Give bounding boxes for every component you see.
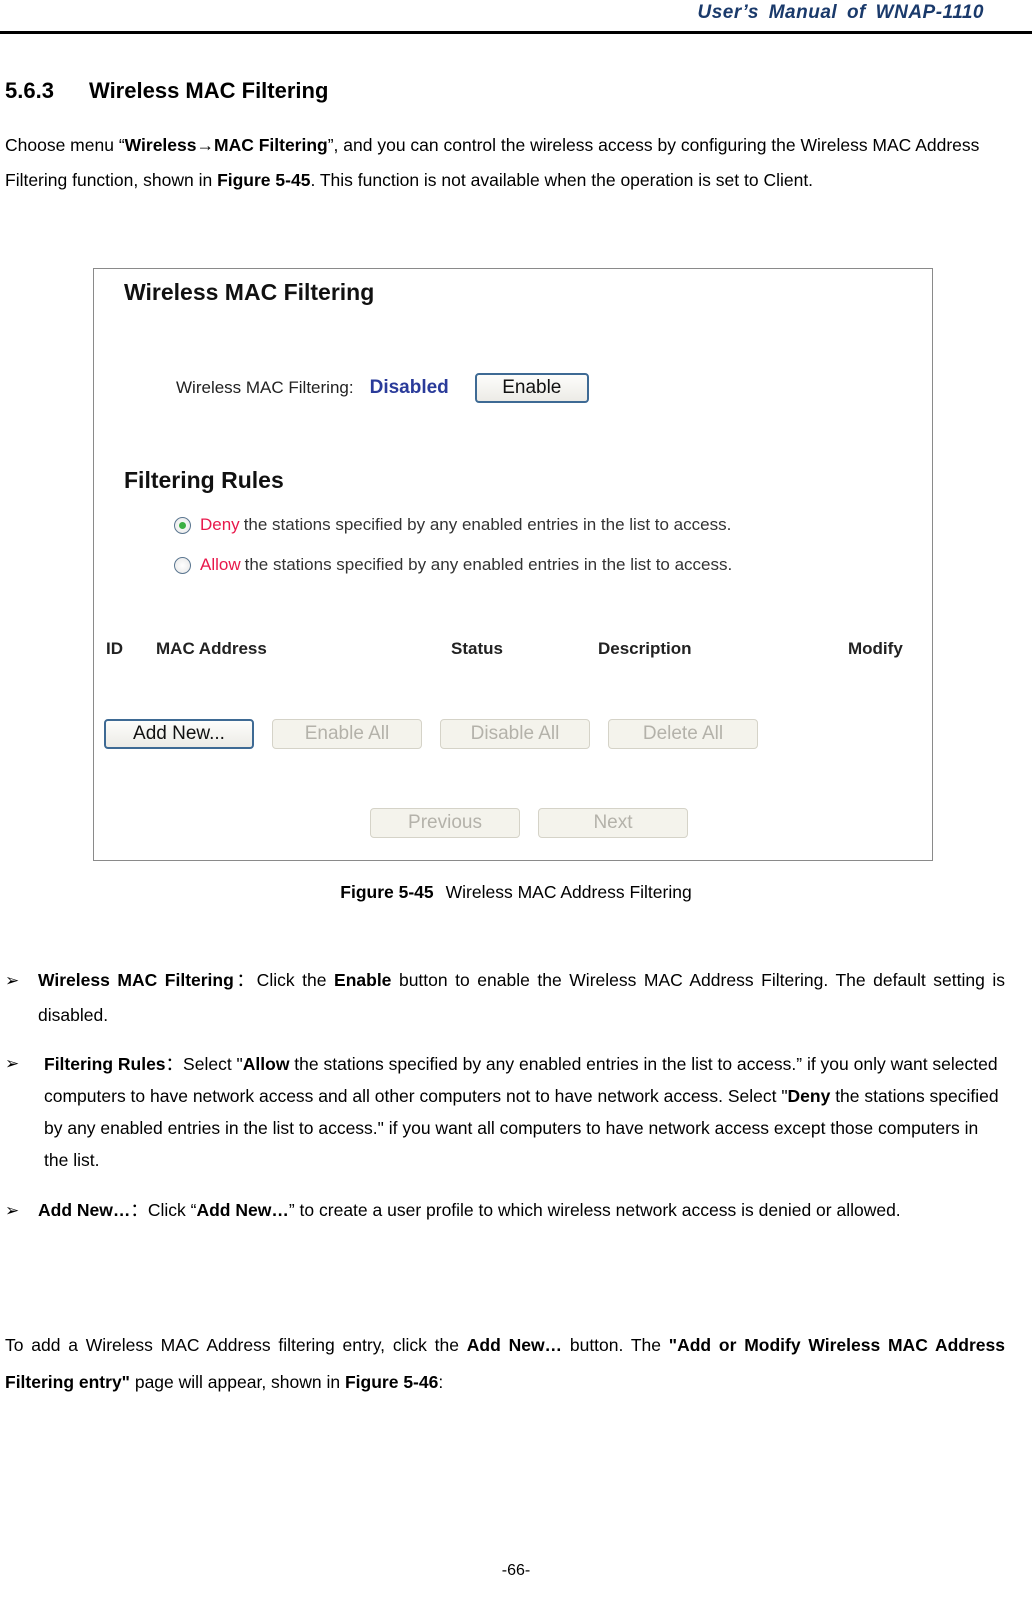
table-actions: Add New... Enable All Disable All Delete… xyxy=(104,719,776,749)
bullet-arrow-icon: ➢ xyxy=(5,1054,20,1073)
column-description: Description xyxy=(598,639,692,658)
bullet-content: Add New…：Click “Add New…” to create a us… xyxy=(38,1193,1005,1228)
outro-text: button. The xyxy=(562,1335,669,1355)
enable-all-button[interactable]: Enable All xyxy=(272,719,422,749)
figure-caption: Figure 5-45 Wireless MAC Address Filterin… xyxy=(0,882,1032,903)
rule-keyword-allow: Allow xyxy=(200,555,241,574)
deny-radio[interactable] xyxy=(174,516,191,534)
manual-title: User’s Manual of WNAP-1110 xyxy=(697,2,984,23)
bullet-term: Filtering Rules xyxy=(44,1054,166,1074)
column-modify: Modify xyxy=(848,639,903,658)
section-number: 5.6.3 xyxy=(5,78,54,103)
bullet-text: ：Select " xyxy=(165,1054,243,1074)
radio-selected-dot xyxy=(179,521,186,529)
rule-keyword-deny: Deny xyxy=(200,515,240,534)
filtering-status-row: Wireless MAC Filtering: Disabled Enable xyxy=(176,373,589,403)
intro-text: . This function is not available when th… xyxy=(310,170,814,190)
bullet-bold: Deny xyxy=(787,1086,831,1106)
allow-radio[interactable] xyxy=(174,556,191,574)
enable-button[interactable]: Enable xyxy=(474,373,589,403)
bullet-arrow-icon: ➢ xyxy=(5,1201,20,1220)
bullet-bold: Allow xyxy=(242,1054,290,1074)
bullet-bold: Add New… xyxy=(196,1200,289,1220)
bullet-text: ：Click “ xyxy=(130,1200,197,1220)
caption-text: Wireless MAC Address Filtering xyxy=(445,882,692,902)
column-id: ID xyxy=(106,639,123,658)
outro-text: To add a Wireless MAC Address filtering … xyxy=(5,1335,467,1355)
outro-text: : xyxy=(438,1372,444,1392)
panel-title: Wireless MAC Filtering xyxy=(124,279,375,305)
bullet-content: Wireless MAC Filtering：Click the Enable … xyxy=(38,963,1005,1033)
section-title: Wireless MAC Filtering xyxy=(89,78,329,103)
section-heading: 5.6.3 Wireless MAC Filtering xyxy=(5,78,328,104)
page-header: User’s Manual of WNAP-1110 xyxy=(0,0,1032,34)
bullet-wireless-mac-filtering: ➢ Wireless MAC Filtering：Click the Enabl… xyxy=(5,963,1005,1033)
mac-filtering-screenshot: Wireless MAC Filtering Wireless MAC Filt… xyxy=(93,268,933,861)
rule-text: the stations specified by any enabled en… xyxy=(244,555,733,574)
status-value: Disabled xyxy=(369,377,449,398)
bullet-content: Filtering Rules：Select "Allow the statio… xyxy=(44,1048,1005,1176)
bullet-term: Wireless MAC Filtering xyxy=(38,970,234,990)
bullet-text: ” to create a user profile to which wire… xyxy=(288,1200,901,1220)
rule-text: the stations specified by any enabled en… xyxy=(243,515,732,534)
rule-deny-option[interactable]: Deny the stations specified by any enabl… xyxy=(174,515,731,535)
bullet-text: ：Click the xyxy=(233,970,335,990)
disable-all-button[interactable]: Disable All xyxy=(440,719,590,749)
intro-paragraph: Choose menu “Wireless→MAC Filtering”, an… xyxy=(5,128,1027,198)
rule-allow-option[interactable]: Allow the stations specified by any enab… xyxy=(174,555,732,575)
outro-text: page will appear, shown in xyxy=(129,1372,345,1392)
next-button[interactable]: Next xyxy=(538,808,688,838)
outro-bold: Add New… xyxy=(466,1335,563,1355)
column-status: Status xyxy=(451,639,503,658)
delete-all-button[interactable]: Delete All xyxy=(608,719,758,749)
menu-path: Wireless→MAC Filtering xyxy=(124,135,328,155)
column-mac-address: MAC Address xyxy=(156,639,267,658)
header-divider xyxy=(0,31,1032,34)
caption-label: Figure 5-45 xyxy=(340,882,434,902)
figure-ref: Figure 5-45 xyxy=(217,170,311,190)
status-label: Wireless MAC Filtering: xyxy=(176,378,354,397)
bullet-arrow-icon: ➢ xyxy=(5,971,20,990)
filtering-rules-title: Filtering Rules xyxy=(124,467,284,493)
outro-paragraph: To add a Wireless MAC Address filtering … xyxy=(5,1327,1005,1401)
bullet-filtering-rules: ➢ Filtering Rules：Select "Allow the stat… xyxy=(5,1048,1005,1176)
page-number: -66- xyxy=(501,1562,531,1579)
outro-bold: Figure 5-46 xyxy=(344,1372,439,1392)
pagination: Previous Next xyxy=(370,808,706,838)
intro-text: Choose menu “ xyxy=(5,135,125,155)
bullet-bold: Enable xyxy=(334,970,392,990)
bullet-term: Add New… xyxy=(38,1200,131,1220)
previous-button[interactable]: Previous xyxy=(370,808,520,838)
bullet-add-new: ➢ Add New…：Click “Add New…” to create a … xyxy=(5,1193,1005,1228)
add-new-button[interactable]: Add New... xyxy=(104,719,254,749)
